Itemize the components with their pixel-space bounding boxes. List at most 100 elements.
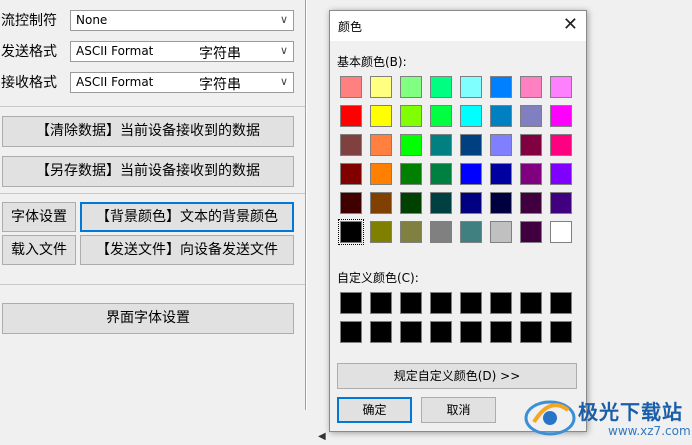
- color-swatch[interactable]: [520, 105, 542, 127]
- color-swatch[interactable]: [430, 105, 452, 127]
- panel-border: [306, 0, 307, 410]
- color-swatch[interactable]: [490, 221, 512, 243]
- color-swatch[interactable]: [550, 221, 572, 243]
- color-swatch[interactable]: [520, 134, 542, 156]
- send-format-mode: 字符串: [199, 46, 241, 62]
- color-swatch[interactable]: [340, 163, 362, 185]
- color-swatch[interactable]: [490, 76, 512, 98]
- custom-color-swatch[interactable]: [340, 321, 362, 343]
- color-swatch[interactable]: [460, 105, 482, 127]
- load-file-button[interactable]: 载入文件: [2, 235, 76, 265]
- custom-color-swatch[interactable]: [340, 292, 362, 314]
- custom-color-swatch[interactable]: [370, 321, 392, 343]
- save-data-button[interactable]: 【另存数据】当前设备接收到的数据: [2, 156, 294, 187]
- custom-colors-label: 自定义颜色(C):: [337, 271, 419, 285]
- color-swatch[interactable]: [340, 134, 362, 156]
- color-swatch[interactable]: [370, 105, 392, 127]
- dialog-titlebar[interactable]: 颜色 ✕: [330, 11, 586, 41]
- custom-color-swatch[interactable]: [400, 292, 422, 314]
- clear-data-button[interactable]: 【清除数据】当前设备接收到的数据: [2, 116, 294, 147]
- color-swatch[interactable]: [550, 76, 572, 98]
- color-swatch[interactable]: [550, 105, 572, 127]
- divider: [0, 106, 305, 107]
- color-swatch[interactable]: [430, 134, 452, 156]
- color-swatch[interactable]: [370, 134, 392, 156]
- color-swatch[interactable]: [490, 192, 512, 214]
- custom-color-swatch[interactable]: [460, 321, 482, 343]
- color-swatch[interactable]: [430, 192, 452, 214]
- color-swatch[interactable]: [400, 221, 422, 243]
- flow-control-combo[interactable]: None ∨: [70, 10, 294, 31]
- color-swatch[interactable]: [520, 221, 542, 243]
- custom-color-swatch[interactable]: [550, 321, 572, 343]
- watermark-url: www.xz7.com: [608, 424, 691, 438]
- bg-color-button[interactable]: 【背景颜色】文本的背景颜色: [80, 202, 294, 232]
- custom-color-swatch[interactable]: [430, 321, 452, 343]
- color-swatch[interactable]: [370, 221, 392, 243]
- custom-color-swatch[interactable]: [490, 292, 512, 314]
- recv-format-mode: 字符串: [199, 77, 241, 93]
- send-format-value: ASCII Format: [76, 44, 154, 58]
- color-swatch[interactable]: [520, 163, 542, 185]
- color-swatch[interactable]: [550, 134, 572, 156]
- color-swatch[interactable]: [550, 192, 572, 214]
- custom-color-swatch[interactable]: [490, 321, 512, 343]
- cancel-button[interactable]: 取消: [421, 397, 496, 423]
- color-swatch[interactable]: [400, 76, 422, 98]
- color-swatch[interactable]: [520, 76, 542, 98]
- color-swatch[interactable]: [430, 221, 452, 243]
- color-swatch[interactable]: [460, 76, 482, 98]
- color-swatch[interactable]: [460, 134, 482, 156]
- send-format-combo[interactable]: ASCII Format 字符串 ∨: [70, 41, 294, 62]
- color-swatch[interactable]: [400, 105, 422, 127]
- divider: [0, 284, 305, 285]
- color-dialog: 颜色 ✕ 基本颜色(B): 自定义颜色(C): 规定自定义颜色(D) >> 确定…: [329, 10, 587, 432]
- color-swatch[interactable]: [340, 192, 362, 214]
- color-swatch[interactable]: [430, 163, 452, 185]
- send-format-label: 发送格式: [1, 44, 57, 60]
- dialog-title: 颜色: [338, 20, 363, 34]
- custom-color-swatch[interactable]: [550, 292, 572, 314]
- color-swatch[interactable]: [340, 105, 362, 127]
- color-swatch[interactable]: [340, 76, 362, 98]
- custom-color-swatch[interactable]: [520, 292, 542, 314]
- watermark-text: 极光下载站: [578, 400, 683, 424]
- watermark-icon: [524, 400, 576, 436]
- recv-format-value: ASCII Format: [76, 75, 154, 89]
- color-swatch[interactable]: [400, 134, 422, 156]
- color-swatch[interactable]: [370, 192, 392, 214]
- color-swatch[interactable]: [340, 221, 362, 243]
- color-swatch[interactable]: [550, 163, 572, 185]
- ui-font-button[interactable]: 界面字体设置: [2, 303, 294, 334]
- send-file-button[interactable]: 【发送文件】向设备发送文件: [80, 235, 294, 265]
- flow-control-value: None: [76, 13, 108, 27]
- color-swatch[interactable]: [430, 76, 452, 98]
- color-swatch[interactable]: [490, 134, 512, 156]
- recv-format-label: 接收格式: [1, 75, 57, 91]
- color-swatch[interactable]: [460, 163, 482, 185]
- color-swatch[interactable]: [490, 163, 512, 185]
- color-swatch[interactable]: [400, 192, 422, 214]
- color-swatch[interactable]: [490, 105, 512, 127]
- color-swatch[interactable]: [370, 163, 392, 185]
- watermark-logo: 极光下载站 www.xz7.com: [520, 388, 691, 445]
- font-settings-button[interactable]: 字体设置: [2, 202, 76, 232]
- custom-color-swatch[interactable]: [400, 321, 422, 343]
- color-swatch[interactable]: [520, 192, 542, 214]
- color-swatch[interactable]: [460, 192, 482, 214]
- scroll-left-icon[interactable]: ◀: [318, 431, 326, 442]
- serial-settings-panel: 流控制符 None ∨ 发送格式 ASCII Format 字符串 ∨ 接收格式…: [0, 0, 306, 445]
- close-icon[interactable]: ✕: [563, 14, 578, 36]
- custom-color-swatch[interactable]: [460, 292, 482, 314]
- divider: [0, 193, 305, 194]
- custom-color-swatch[interactable]: [430, 292, 452, 314]
- color-swatch[interactable]: [460, 221, 482, 243]
- color-swatch[interactable]: [400, 163, 422, 185]
- color-swatch[interactable]: [370, 76, 392, 98]
- define-custom-colors-button[interactable]: 规定自定义颜色(D) >>: [337, 363, 577, 389]
- ok-button[interactable]: 确定: [337, 397, 412, 423]
- custom-color-swatch[interactable]: [370, 292, 392, 314]
- custom-color-swatch[interactable]: [520, 321, 542, 343]
- recv-format-combo[interactable]: ASCII Format 字符串 ∨: [70, 72, 294, 93]
- chevron-down-icon: ∨: [279, 75, 288, 88]
